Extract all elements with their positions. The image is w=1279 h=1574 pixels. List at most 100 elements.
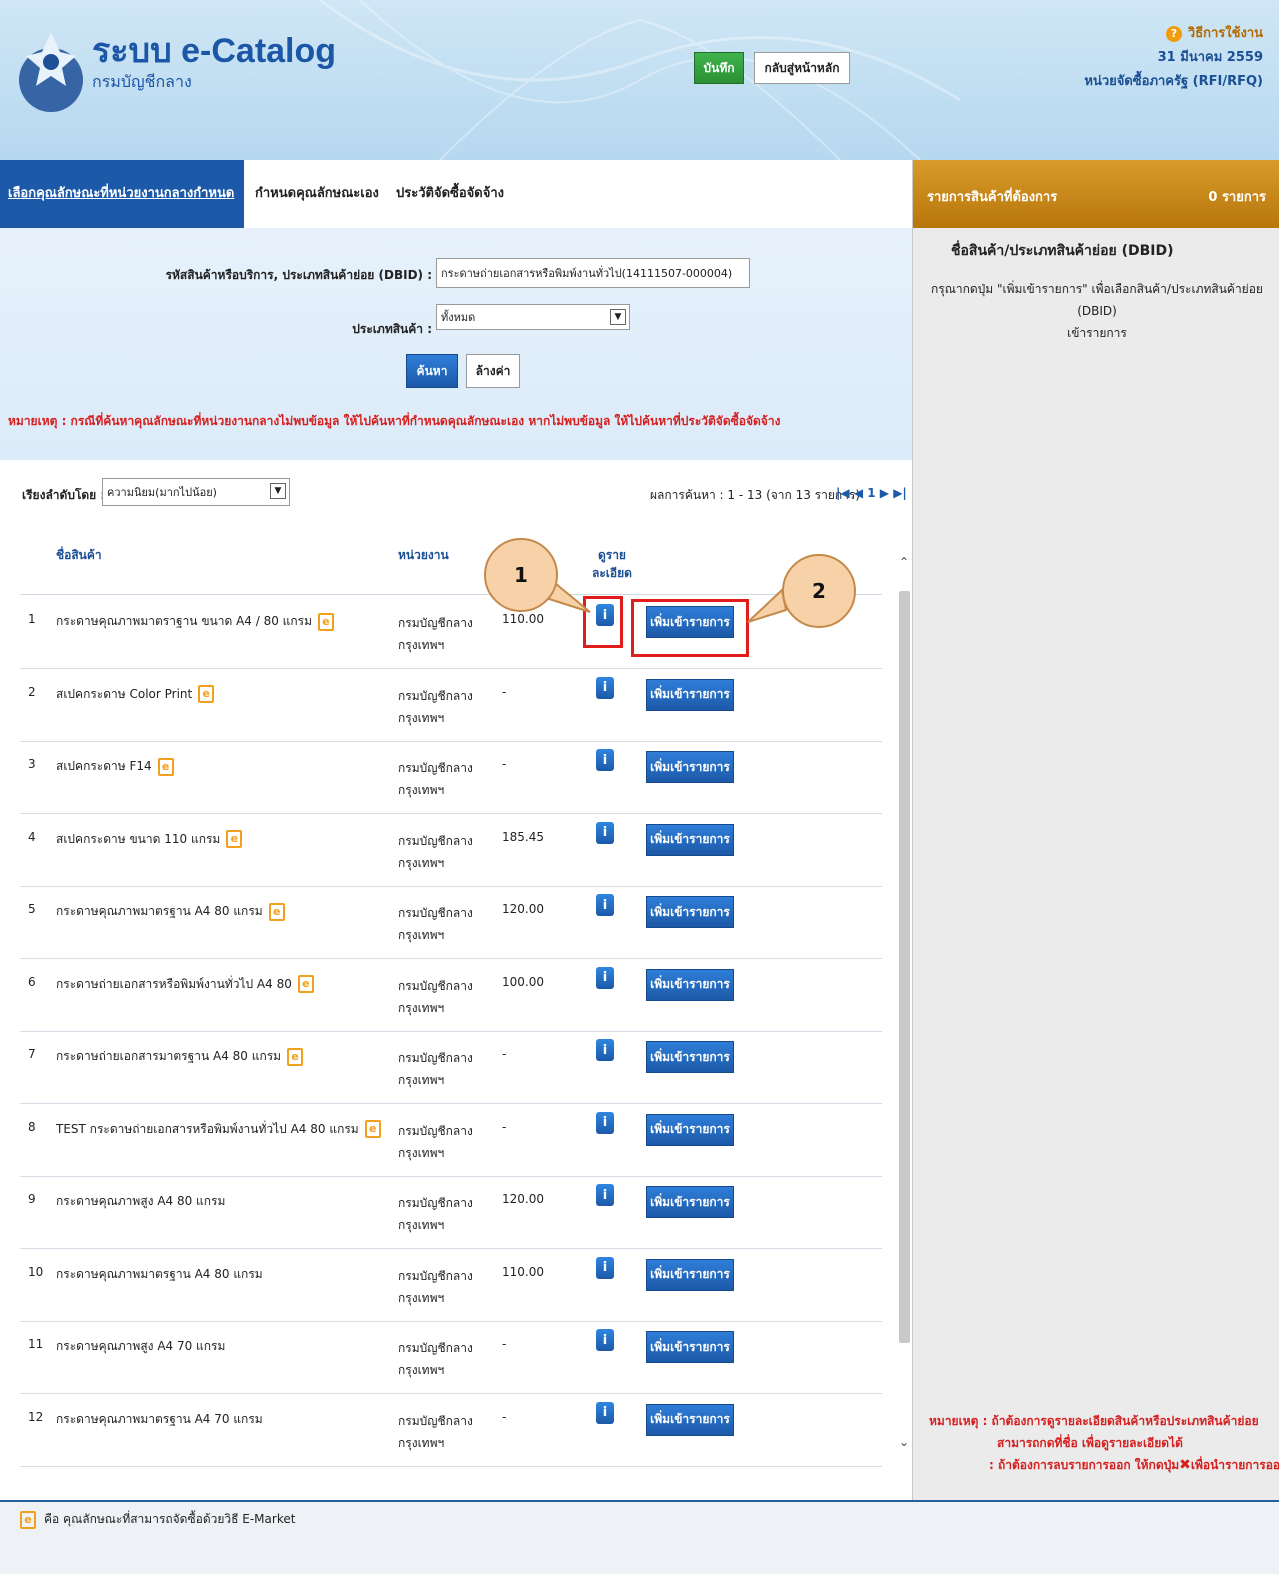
price: 110.00 [502, 612, 544, 626]
product-name-link[interactable]: กระดาษถ่ายเอกสารมาตรฐาน A4 80 แกรม e [56, 1047, 304, 1066]
save-button[interactable]: บันทึก [694, 52, 744, 84]
info-icon[interactable]: i [596, 894, 614, 916]
add-to-list-button[interactable]: เพิ่มเข้ารายการ [646, 1258, 734, 1291]
help-link[interactable]: ? วิธีการใช้งาน [1165, 22, 1263, 46]
add-to-list-button[interactable]: เพิ่มเข้ารายการ [646, 678, 734, 711]
tab-custom-spec[interactable]: กำหนดคุณลักษณะเอง [255, 160, 379, 228]
e-market-icon: e [198, 685, 215, 703]
add-to-list-button[interactable]: เพิ่มเข้ารายการ [646, 1113, 734, 1146]
price: - [502, 1119, 507, 1134]
agency: กรมบัญชีกลาง กรุงเทพฯ [398, 688, 473, 725]
scroll-down-icon[interactable]: ⌄ [896, 1435, 912, 1451]
info-icon[interactable]: i [596, 821, 614, 844]
table-row: 6 กระดาษถ่ายเอกสารหรือพิมพ์งานทั่วไป A4 8… [20, 959, 882, 1032]
product-name-link[interactable]: สเปคกระดาษ Color Print e [56, 685, 215, 704]
product-name-link[interactable]: กระดาษคุณภาพมาตรฐาน A4 80 แกรม [56, 1265, 263, 1284]
row-number: 11 [28, 1337, 44, 1351]
thai-pattern-decoration [320, 0, 960, 160]
info-icon[interactable]: i [596, 1329, 614, 1351]
current-page[interactable]: 1 [867, 486, 875, 500]
list-scrollbar[interactable]: ⌃ ⌄ [896, 555, 912, 1455]
table-row: 5 กระดาษคุณภาพมาตรฐาน A4 80 แกรม e กรมบัญชี… [20, 886, 882, 959]
add-to-list-button[interactable]: เพิ่มเข้ารายการ [646, 1403, 734, 1436]
cart-help: กรุณากดปุ่ม "เพิ่มเข้ารายการ" เพื่อเลือก… [931, 282, 1263, 340]
back-home-button[interactable]: กลับสู่หน้าหลัก [754, 52, 850, 84]
product-name-link[interactable]: TEST กระดาษถ่ายเอกสารหรือพิมพ์งานทั่วไป … [56, 1120, 381, 1139]
callout-1: 1 [484, 538, 558, 612]
type-label: ประเภทสินค้า : [352, 322, 432, 336]
header: ระบบ e-Catalog กรมบัญชีกลาง ? วิธีการใช้… [0, 0, 1279, 160]
next-page-icon[interactable]: ▶ [880, 486, 889, 500]
highlight-add-box [631, 599, 749, 657]
add-to-list-button[interactable]: เพิ่มเข้ารายการ [646, 896, 734, 928]
first-page-icon[interactable]: |◀ [836, 486, 850, 500]
e-market-icon: e [226, 830, 243, 848]
product-name-link[interactable]: กระดาษคุณภาพมาตราฐาน ขนาด A4 / 80 แกรม e [56, 612, 335, 631]
e-market-icon: e [268, 902, 285, 921]
product-name-link[interactable]: กระดาษถ่ายเอกสารหรือพิมพ์งานทั่วไป A4 80… [56, 975, 314, 994]
row-number: 10 [28, 1264, 44, 1279]
info-icon[interactable]: i [596, 966, 614, 989]
last-page-icon[interactable]: ▶| [893, 486, 907, 500]
prev-page-icon[interactable]: ◀ [854, 486, 863, 500]
code-input[interactable]: กระดาษถ่ายเอกสารหรือพิมพ์งานทั่วไป(14111… [436, 258, 750, 288]
scroll-up-icon[interactable]: ⌃ [896, 555, 912, 571]
brand[interactable]: ระบบ e-Catalog กรมบัญชีกลาง [92, 32, 336, 95]
reset-button[interactable]: ล้างค่า [466, 354, 520, 388]
e-market-icon: e [157, 757, 174, 776]
product-name-link[interactable]: กระดาษคุณภาพมาตรฐาน A4 70 แกรม [56, 1410, 263, 1429]
e-market-icon: e [287, 1047, 304, 1066]
add-to-list-button[interactable]: เพิ่มเข้ารายการ [646, 823, 734, 856]
add-to-list-button[interactable]: เพิ่มเข้ารายการ [646, 1186, 734, 1218]
info-icon[interactable]: i [596, 749, 614, 771]
row-number: 3 [28, 757, 36, 771]
help-icon: ? [1165, 26, 1182, 42]
info-icon[interactable]: i [596, 1039, 614, 1061]
info-icon[interactable]: i [596, 1111, 614, 1134]
unit-name: หน่วยจัดซื้อภาครัฐ (RFI/RFQ) [1084, 74, 1263, 89]
add-to-list-button[interactable]: เพิ่มเข้ารายการ [646, 751, 734, 783]
info-icon[interactable]: i [596, 1401, 614, 1424]
info-icon[interactable]: i [596, 1184, 614, 1206]
row-number: 12 [28, 1409, 44, 1424]
product-name-link[interactable]: กระดาษคุณภาพสูง A4 70 แกรม [56, 1337, 225, 1356]
code-label: รหัสสินค้าหรือบริการ, ประเภทสินค้าย่อย (… [165, 268, 432, 282]
price: 185.45 [502, 829, 544, 844]
sort-select[interactable]: ความนิยม(มากไปน้อย) ▼ [102, 478, 290, 506]
row-number: 9 [28, 1192, 36, 1206]
product-name-link[interactable]: สเปคกระดาษ F14 e [56, 757, 174, 776]
type-select[interactable]: ทั้งหมด ▼ [436, 304, 630, 330]
row-number: 8 [28, 1119, 36, 1134]
table-row: 12 กระดาษคุณภาพมาตรฐาน A4 70 แกรม กรมบัญชี… [20, 1394, 882, 1467]
price: - [502, 1337, 507, 1351]
garuda-emblem-icon [19, 32, 83, 112]
col-header-detail: ดูราย ละเอียด [592, 548, 632, 580]
e-market-note: e คือ คุณลักษณะที่สามารถจัดซื้อด้วยวิธี … [20, 1510, 295, 1529]
product-name-link[interactable]: กระดาษคุณภาพมาตรฐาน A4 80 แกรม e [56, 902, 285, 921]
scroll-thumb[interactable] [899, 591, 910, 1343]
brand-subtitle: กรมบัญชีกลาง [92, 72, 192, 91]
row-number: 7 [28, 1047, 36, 1061]
current-date: 31 มีนาคม 2559 [1157, 50, 1263, 65]
callout-2: 2 [782, 554, 856, 628]
table-row: 2 สเปคกระดาษ Color Print e กรมบัญชีกลาง กรุง… [20, 669, 882, 742]
info-icon[interactable]: i [596, 676, 614, 699]
row-number: 4 [28, 829, 36, 844]
add-to-list-button[interactable]: เพิ่มเข้ารายการ [646, 1041, 734, 1073]
info-icon[interactable]: i [596, 1256, 614, 1279]
price: 110.00 [502, 1264, 544, 1279]
tab-procurement-history[interactable]: ประวัติจัดซื้อจัดจ้าง [396, 160, 504, 228]
search-button[interactable]: ค้นหา [406, 354, 458, 388]
product-name-link[interactable]: กระดาษคุณภาพสูง A4 80 แกรม [56, 1192, 225, 1211]
add-to-list-button[interactable]: เพิ่มเข้ารายการ [646, 1331, 734, 1363]
header-divider [20, 594, 882, 595]
cart-title: รายการสินค้าที่ต้องการ [927, 190, 1058, 205]
brand-title: ระบบ e-Catalog [92, 32, 337, 70]
remove-x-icon: ✖ [1179, 1457, 1191, 1473]
price: - [502, 1409, 507, 1424]
product-name-link[interactable]: สเปคกระดาษ ขนาด 110 แกรม e [56, 830, 243, 849]
cart-header: รายการสินค้าที่ต้องการ 0 รายการ [913, 160, 1279, 228]
tab-central-spec[interactable]: เลือกคุณลักษณะที่หน่วยงานกลางกำหนด [0, 160, 244, 228]
add-to-list-button[interactable]: เพิ่มเข้ารายการ [646, 968, 734, 1001]
chevron-down-icon: ▼ [270, 483, 286, 499]
